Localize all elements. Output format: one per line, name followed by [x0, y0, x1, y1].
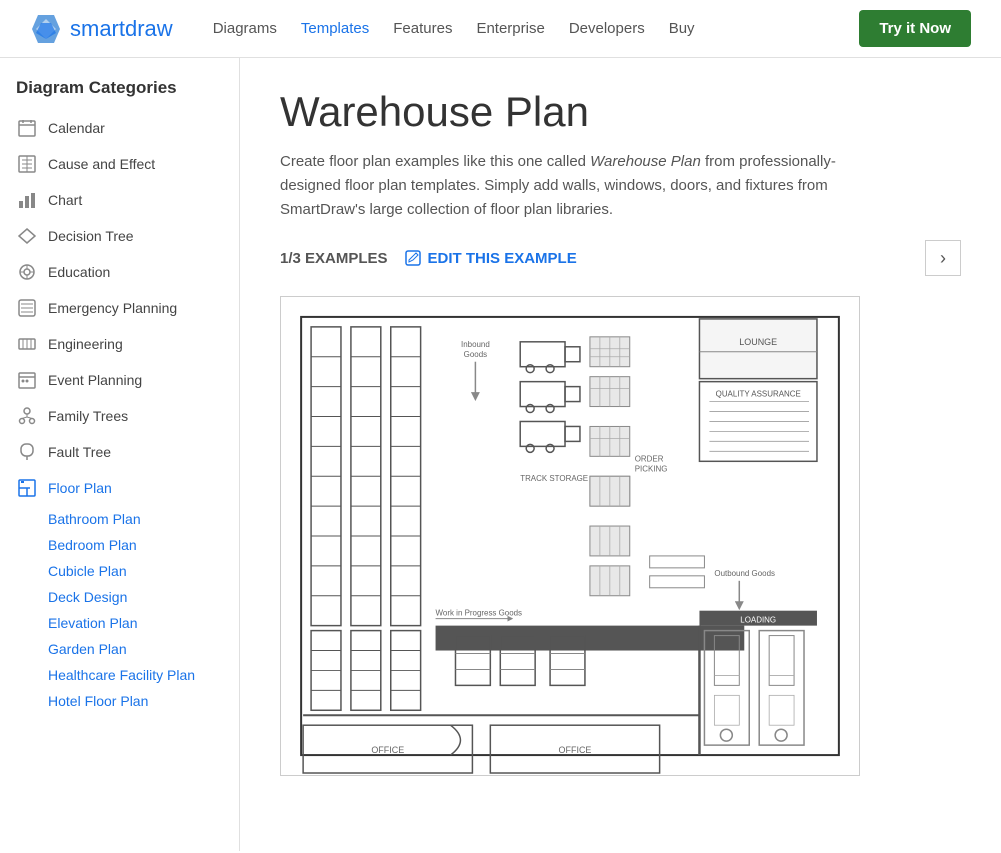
sidebar: Diagram Categories Calendar Cause and Ef… [0, 58, 240, 851]
sidebar-label-education: Education [48, 264, 110, 280]
calendar-icon [16, 117, 38, 139]
svg-text:Goods: Goods [464, 350, 487, 359]
example-count: 1/3 EXAMPLES [280, 250, 388, 267]
sidebar-sub-hotel-floor-plan[interactable]: Hotel Floor Plan [0, 688, 239, 714]
sidebar-item-chart[interactable]: Chart [0, 182, 239, 218]
sidebar-item-fault-tree[interactable]: Fault Tree [0, 434, 239, 470]
sidebar-sub-bathroom-plan[interactable]: Bathroom Plan [0, 506, 239, 532]
warehouse-diagram: Inbound Goods [280, 296, 860, 776]
sidebar-sub-bedroom-plan[interactable]: Bedroom Plan [0, 532, 239, 558]
svg-text:LOADING: LOADING [740, 616, 776, 625]
chart-icon [16, 189, 38, 211]
svg-text:TRACK STORAGE: TRACK STORAGE [520, 474, 588, 483]
svg-text:QUALITY ASSURANCE: QUALITY ASSURANCE [716, 390, 801, 399]
sidebar-label-fault-tree: Fault Tree [48, 444, 111, 460]
nav-developers[interactable]: Developers [569, 20, 645, 37]
logo[interactable]: smartdraw [30, 13, 173, 45]
sidebar-sub-healthcare-plan[interactable]: Healthcare Facility Plan [0, 662, 239, 688]
nav-buy[interactable]: Buy [669, 20, 695, 37]
sidebar-label-emergency-planning: Emergency Planning [48, 300, 177, 316]
floor-plan-icon [16, 477, 38, 499]
example-bar: 1/3 EXAMPLES EDIT THIS EXAMPLE › [280, 240, 961, 276]
sidebar-label-cause-effect: Cause and Effect [48, 156, 155, 172]
page-layout: Diagram Categories Calendar Cause and Ef… [0, 58, 1001, 851]
svg-text:Inbound: Inbound [461, 340, 490, 349]
sidebar-item-cause-effect[interactable]: Cause and Effect [0, 146, 239, 182]
nav-diagrams[interactable]: Diagrams [213, 20, 277, 37]
sidebar-item-decision-tree[interactable]: Decision Tree [0, 218, 239, 254]
nav-enterprise[interactable]: Enterprise [476, 20, 544, 37]
sidebar-item-calendar[interactable]: Calendar [0, 110, 239, 146]
sidebar-label-event-planning: Event Planning [48, 372, 142, 388]
sidebar-label-chart: Chart [48, 192, 82, 208]
main-nav: Diagrams Templates Features Enterprise D… [213, 20, 860, 37]
engineering-icon [16, 333, 38, 355]
description: Create floor plan examples like this one… [280, 150, 870, 222]
sidebar-label-decision-tree: Decision Tree [48, 228, 134, 244]
cause-effect-icon [16, 153, 38, 175]
sidebar-item-event-planning[interactable]: Event Planning [0, 362, 239, 398]
logo-text: smartdraw [70, 16, 173, 42]
sidebar-item-family-trees[interactable]: Family Trees [0, 398, 239, 434]
svg-text:Outbound Goods: Outbound Goods [714, 569, 775, 578]
nav-templates[interactable]: Templates [301, 20, 369, 37]
sidebar-label-floor-plan: Floor Plan [48, 480, 112, 496]
next-example-button[interactable]: › [925, 240, 961, 276]
svg-text:OFFICE: OFFICE [371, 745, 404, 755]
event-planning-icon [16, 369, 38, 391]
sidebar-label-engineering: Engineering [48, 336, 123, 352]
svg-text:OFFICE: OFFICE [559, 745, 592, 755]
emergency-icon [16, 297, 38, 319]
svg-text:Work in Progress Goods: Work in Progress Goods [436, 609, 523, 618]
family-trees-icon [16, 405, 38, 427]
sidebar-label-calendar: Calendar [48, 120, 105, 136]
sidebar-item-floor-plan[interactable]: Floor Plan [0, 470, 239, 506]
sidebar-item-education[interactable]: Education [0, 254, 239, 290]
try-now-button[interactable]: Try it Now [859, 10, 971, 47]
header: smartdraw Diagrams Templates Features En… [0, 0, 1001, 58]
edit-icon [404, 249, 422, 267]
svg-text:PICKING: PICKING [635, 464, 668, 473]
page-title: Warehouse Plan [280, 88, 961, 136]
main-content: Warehouse Plan Create floor plan example… [240, 58, 1001, 851]
sidebar-item-emergency-planning[interactable]: Emergency Planning [0, 290, 239, 326]
sidebar-sub-deck-design[interactable]: Deck Design [0, 584, 239, 610]
decision-tree-icon [16, 225, 38, 247]
sidebar-title: Diagram Categories [0, 78, 239, 110]
sidebar-sub-cubicle-plan[interactable]: Cubicle Plan [0, 558, 239, 584]
warehouse-plan-svg: Inbound Goods [281, 297, 859, 775]
nav-features[interactable]: Features [393, 20, 452, 37]
education-icon [16, 261, 38, 283]
logo-icon [30, 13, 62, 45]
sidebar-sub-garden-plan[interactable]: Garden Plan [0, 636, 239, 662]
svg-text:LOUNGE: LOUNGE [739, 337, 777, 347]
edit-example-link[interactable]: EDIT THIS EXAMPLE [404, 249, 577, 267]
sidebar-item-engineering[interactable]: Engineering [0, 326, 239, 362]
fault-tree-icon [16, 441, 38, 463]
sidebar-sub-elevation-plan[interactable]: Elevation Plan [0, 610, 239, 636]
svg-text:ORDER: ORDER [635, 454, 664, 463]
sidebar-label-family-trees: Family Trees [48, 408, 128, 424]
